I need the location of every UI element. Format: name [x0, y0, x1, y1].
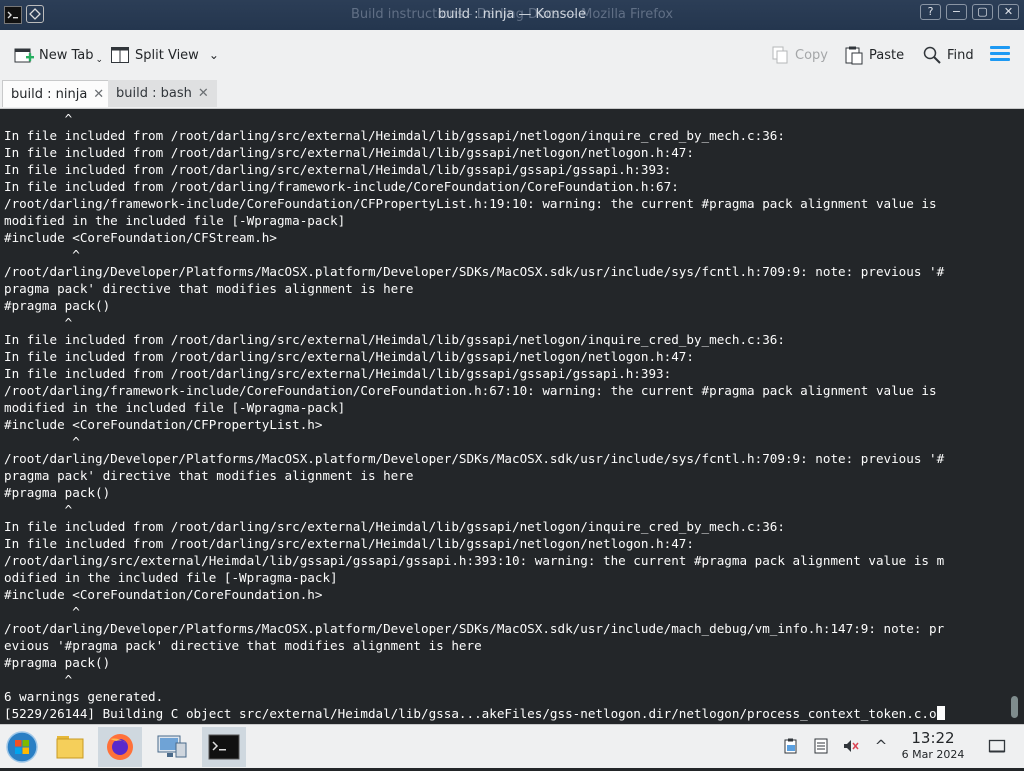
terminal-line: /root/darling/src/external/Heimdal/lib/g… [4, 553, 945, 568]
split-view-button[interactable]: Split View ⌄ [110, 44, 219, 66]
terminal-line: #include <CoreFoundation/CFStream.h> [4, 230, 277, 245]
hamburger-menu-icon[interactable] [990, 43, 1010, 65]
terminal-line: In file included from /root/darling/src/… [4, 349, 694, 364]
terminal-line: #include <CoreFoundation/CFPropertyList.… [4, 417, 323, 432]
terminal-icon [208, 734, 240, 760]
new-tab-button[interactable]: New Tab ⌄ [14, 44, 103, 66]
terminal-line: /root/darling/framework-include/CoreFoun… [4, 383, 937, 398]
terminal-line: ^ [4, 111, 73, 126]
tab-bar: build : ninja ✕ build : bash ✕ [0, 78, 1024, 109]
tray-expand-arrow-icon[interactable]: ^ [872, 737, 890, 755]
terminal-view[interactable]: ^ In file included from /root/darling/src… [0, 110, 1024, 724]
firefox-icon [107, 734, 133, 760]
terminal-line: In file included from /root/darling/src/… [4, 519, 785, 534]
terminal-line: [5229/26144] Building C object src/exter… [4, 705, 1004, 722]
taskbar-file-manager[interactable] [48, 727, 92, 767]
taskbar-konsole[interactable] [202, 727, 246, 767]
terminal-line: evious '#pragma pack' directive that mod… [4, 638, 482, 653]
notes-tray-icon[interactable] [812, 737, 830, 755]
split-view-icon [110, 45, 130, 65]
volume-muted-icon[interactable] [842, 737, 860, 755]
close-window-button[interactable]: ✕ [998, 4, 1019, 20]
terminal-line: #pragma pack() [4, 655, 111, 670]
terminal-line: /root/darling/Developer/Platforms/MacOSX… [4, 621, 945, 636]
paste-button[interactable]: Paste [844, 44, 904, 66]
maximize-button[interactable]: ▢ [972, 4, 993, 20]
clipboard-tray-icon[interactable] [782, 737, 800, 755]
taskbar: ^ 13:22 6 Mar 2024 [0, 724, 1024, 768]
search-icon [922, 45, 942, 65]
terminal-line: In file included from /root/darling/fram… [4, 179, 679, 194]
terminal-line: In file included from /root/darling/src/… [4, 128, 785, 143]
clock-time: 13:22 [911, 729, 955, 747]
terminal-scrollbar[interactable] [1011, 696, 1018, 718]
tab-build-bash[interactable]: build : bash ✕ [108, 80, 217, 107]
terminal-line: ^ [4, 315, 73, 330]
clock-date: 6 Mar 2024 [901, 748, 965, 761]
clock[interactable]: 13:22 6 Mar 2024 [896, 729, 970, 763]
konsole-toolbar: New Tab ⌄ Split View ⌄ Copy Paste Find [0, 30, 1024, 79]
tab-label: build : bash [116, 86, 192, 101]
terminal-line: ^ [4, 672, 73, 687]
split-view-dropdown-icon[interactable]: ⌄ [209, 48, 219, 62]
terminal-line: pragma pack' directive that modifies ali… [4, 468, 414, 483]
terminal-line: ^ [4, 434, 80, 449]
copy-label: Copy [795, 47, 828, 63]
terminal-line: In file included from /root/darling/src/… [4, 162, 672, 177]
paste-label: Paste [869, 47, 905, 63]
start-orb-icon [6, 731, 38, 763]
taskbar-firefox[interactable] [98, 727, 142, 767]
terminal-cursor [936, 706, 945, 720]
terminal-line: ^ [4, 604, 80, 619]
new-tab-dropdown-icon[interactable]: ⌄ [96, 55, 104, 65]
terminal-line: ^ [4, 502, 73, 517]
taskbar-system-settings[interactable] [150, 727, 194, 767]
settings-monitor-icon [157, 735, 187, 758]
find-label: Find [947, 47, 974, 63]
window-titlebar[interactable]: Build instructions - Darling Docs — Mozi… [0, 0, 1024, 30]
close-tab-icon[interactable]: ✕ [198, 86, 209, 101]
copy-button[interactable]: Copy [770, 44, 828, 66]
terminal-line: pragma pack' directive that modifies ali… [4, 281, 414, 296]
new-tab-label: New Tab [39, 47, 94, 63]
terminal-line: /root/darling/Developer/Platforms/MacOSX… [4, 451, 945, 466]
terminal-line: odified in the included file [-Wpragma-p… [4, 570, 338, 585]
show-desktop-icon[interactable] [988, 737, 1006, 755]
terminal-line: 6 warnings generated. [4, 689, 164, 704]
terminal-line: modified in the included file [-Wpragma-… [4, 400, 346, 415]
terminal-line: /root/darling/framework-include/CoreFoun… [4, 196, 937, 211]
paste-icon [844, 45, 864, 65]
new-tab-icon [14, 45, 34, 65]
terminal-line: In file included from /root/darling/src/… [4, 366, 672, 381]
tab-build-ninja[interactable]: build : ninja ✕ [2, 80, 114, 107]
terminal-line: ^ [4, 247, 80, 262]
terminal-line: #pragma pack() [4, 298, 111, 313]
terminal-line: In file included from /root/darling/src/… [4, 332, 785, 347]
minimize-button[interactable]: − [946, 4, 967, 20]
help-button[interactable]: ? [920, 4, 941, 20]
copy-icon [770, 45, 790, 65]
terminal-line: In file included from /root/darling/src/… [4, 145, 694, 160]
terminal-line: In file included from /root/darling/src/… [4, 536, 694, 551]
close-tab-icon[interactable]: ✕ [93, 87, 104, 102]
folder-icon [56, 736, 84, 759]
split-view-label: Split View [135, 47, 199, 63]
find-button[interactable]: Find [922, 44, 974, 66]
terminal-line: /root/darling/Developer/Platforms/MacOSX… [4, 264, 945, 279]
terminal-line: #include <CoreFoundation/CoreFoundation.… [4, 587, 323, 602]
start-menu-button[interactable] [0, 727, 44, 767]
terminal-output: ^ In file included from /root/darling/src… [4, 110, 1004, 722]
tab-label: build : ninja [11, 86, 88, 102]
terminal-line: #pragma pack() [4, 485, 111, 500]
terminal-line: modified in the included file [-Wpragma-… [4, 213, 346, 228]
window-title: build : ninja — Konsole [438, 7, 586, 22]
